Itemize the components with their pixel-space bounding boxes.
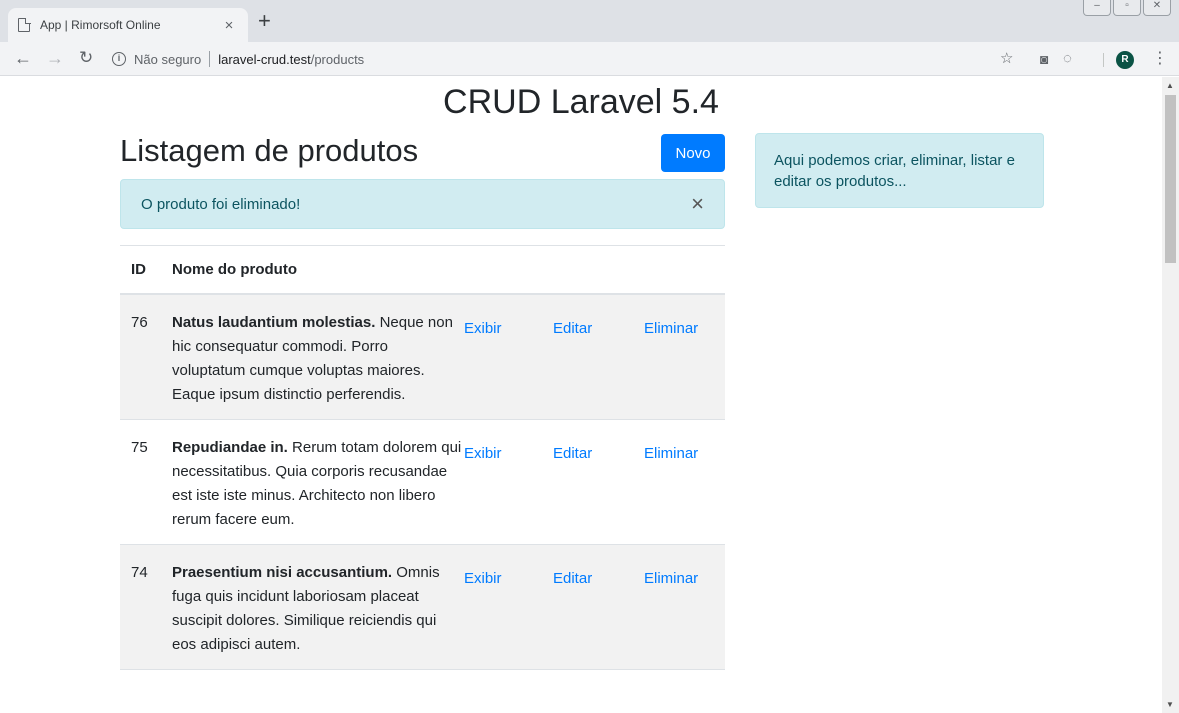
reload-icon[interactable]: ↻ [79, 47, 93, 69]
product-name: Natus laudantium molestias. [172, 314, 376, 331]
delete-link[interactable]: Eliminar [644, 311, 724, 407]
url-path: /products [310, 51, 365, 67]
success-alert: O produto foi eliminado! × [120, 179, 725, 229]
table-row: 74 Praesentium nisi accusantium. Omnis f… [120, 545, 725, 670]
product-name: Repudiandae in. [172, 439, 288, 456]
edit-link[interactable]: Editar [553, 311, 644, 407]
alert-text: O produto foi eliminado! [141, 196, 301, 213]
browser-tab-bar: App | Rimorsoft Online × + – ▫ ✕ [0, 0, 1179, 42]
product-id: 75 [131, 439, 148, 456]
products-table: ID Nome do produto 76 Natus laudantium m… [120, 245, 725, 670]
page-icon [18, 17, 31, 32]
maximize-icon[interactable]: ▫ [1113, 0, 1141, 16]
product-desc: Repudiandae in. Rerum totam dolorem qui … [172, 436, 464, 532]
toolbar-divider [1103, 53, 1104, 67]
address-separator [209, 51, 211, 67]
new-product-button[interactable]: Novo [661, 134, 725, 172]
camera-icon[interactable]: ◙ [1040, 51, 1048, 67]
info-icon[interactable]: i [112, 52, 126, 66]
minimize-icon[interactable]: – [1083, 0, 1111, 16]
info-card: Aqui podemos criar, eliminar, listar e e… [755, 133, 1044, 208]
table-row: 76 Natus laudantium molestias. Neque non… [120, 295, 725, 420]
delete-link[interactable]: Eliminar [644, 436, 724, 532]
url-host: laravel-crud.test [218, 51, 311, 67]
show-link[interactable]: Exibir [464, 561, 553, 657]
scroll-up-icon[interactable]: ▲ [1166, 81, 1174, 90]
product-name: Praesentium nisi accusantium. [172, 564, 393, 581]
star-icon[interactable]: ☆ [1000, 51, 1013, 67]
scroll-down-icon[interactable]: ▼ [1166, 700, 1174, 709]
back-arrow-icon[interactable]: ← [14, 47, 32, 69]
table-row: 75 Repudiandae in. Rerum totam dolorem q… [120, 420, 725, 545]
kebab-menu-icon[interactable]: ⋮ [1152, 51, 1168, 67]
page-viewport: CRUD Laravel 5.4 Listagem de produtos No… [0, 77, 1162, 713]
table-header: ID Nome do produto [120, 245, 725, 295]
edit-link[interactable]: Editar [553, 436, 644, 532]
show-link[interactable]: Exibir [464, 311, 553, 407]
profile-avatar[interactable]: R [1116, 51, 1134, 69]
page-scrollbar[interactable]: ▲ ▼ [1162, 77, 1179, 713]
page-title: CRUD Laravel 5.4 [443, 83, 719, 121]
show-link[interactable]: Exibir [464, 436, 553, 532]
browser-tab[interactable]: App | Rimorsoft Online × [8, 8, 248, 42]
list-title: Listagem de produtos [120, 133, 419, 168]
browser-toolbar: ← → ↻ i Não seguro laravel-crud.test/pro… [0, 42, 1179, 76]
security-status: Não seguro [134, 51, 202, 67]
product-desc: Natus laudantium molestias. Neque non hi… [172, 311, 464, 407]
tab-title: App | Rimorsoft Online [40, 18, 161, 32]
info-card-text: Aqui podemos criar, eliminar, listar e e… [774, 152, 1015, 190]
edit-link[interactable]: Editar [553, 561, 644, 657]
window-controls: – ▫ ✕ [1083, 0, 1171, 16]
tab-close-icon[interactable]: × [220, 17, 238, 34]
forward-arrow-icon[interactable]: → [46, 47, 64, 69]
address-bar[interactable]: i Não seguro laravel-crud.test/products [104, 46, 1024, 72]
extension-icon[interactable]: ◌ [1063, 51, 1072, 67]
header-id: ID [131, 261, 146, 278]
close-icon[interactable]: × [691, 193, 704, 215]
close-window-icon[interactable]: ✕ [1143, 0, 1171, 16]
product-desc: Praesentium nisi accusantium. Omnis fuga… [172, 561, 464, 657]
header-name: Nome do produto [172, 261, 297, 278]
delete-link[interactable]: Eliminar [644, 561, 724, 657]
product-id: 76 [131, 314, 148, 331]
scroll-thumb[interactable] [1165, 95, 1176, 263]
new-tab-button[interactable]: + [258, 10, 271, 32]
product-id: 74 [131, 564, 148, 581]
